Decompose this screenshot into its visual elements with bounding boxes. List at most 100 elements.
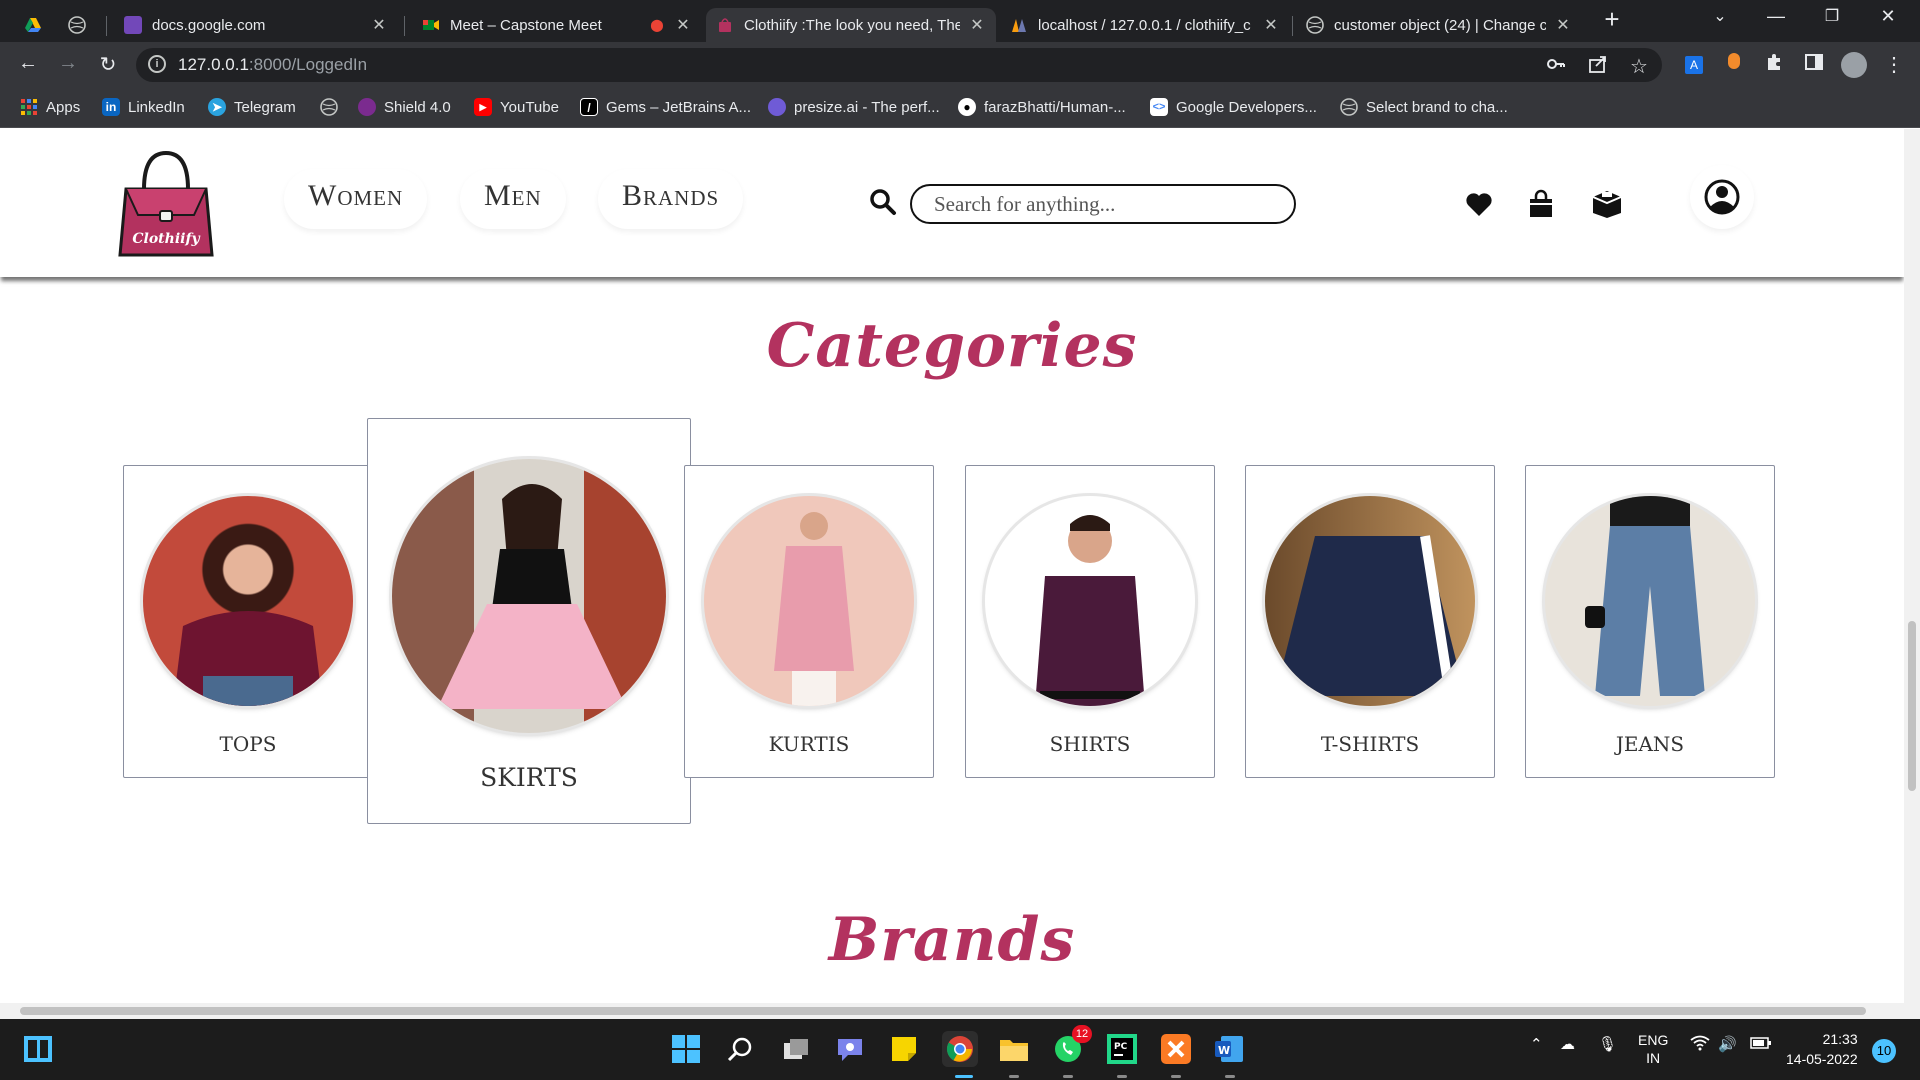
- category-card-skirts[interactable]: SKIRTS: [367, 418, 691, 824]
- bookmark-google-developers[interactable]: <> Google Developers...: [1150, 98, 1317, 116]
- close-icon[interactable]: ✕: [1262, 15, 1280, 35]
- category-card-tops[interactable]: TOPS: [123, 465, 373, 778]
- tab-clothiify[interactable]: Clothiify :The look you need, The ✕: [706, 8, 996, 42]
- bookmark-telegram[interactable]: ➤ Telegram: [208, 98, 296, 116]
- category-image-jeans: [1545, 496, 1755, 706]
- tab-globe[interactable]: [58, 8, 98, 42]
- category-label: KURTIS: [768, 732, 850, 756]
- language-indicator[interactable]: ENG IN: [1638, 1031, 1668, 1067]
- bookmark-label: Shield 4.0: [384, 98, 451, 116]
- onedrive-icon[interactable]: ☁: [1560, 1035, 1575, 1053]
- category-card-t-shirts[interactable]: T-SHIRTS: [1245, 465, 1495, 778]
- category-card-kurtis[interactable]: KURTIS: [684, 465, 934, 778]
- close-icon[interactable]: ✕: [1554, 15, 1572, 35]
- teams-chat-icon[interactable]: [832, 1031, 868, 1067]
- notification-badge[interactable]: 10: [1872, 1039, 1896, 1063]
- word-icon[interactable]: W: [1212, 1031, 1248, 1067]
- extensions-puzzle-icon[interactable]: [1760, 52, 1788, 78]
- clothiify-logo[interactable]: Clothiify: [116, 149, 216, 259]
- widgets-icon[interactable]: [20, 1031, 56, 1067]
- box-icon[interactable]: [1590, 189, 1622, 219]
- address-bar[interactable]: i 127.0.0.1:8000/LoggedIn ☆: [136, 48, 1662, 82]
- bookmark-jetbrains[interactable]: / Gems – JetBrains A...: [580, 98, 751, 116]
- profile-avatar[interactable]: [1840, 52, 1868, 84]
- vertical-scrollbar[interactable]: [1904, 129, 1920, 1003]
- search-icon[interactable]: [722, 1031, 758, 1067]
- microphone-icon[interactable]: 🎙: [1598, 1035, 1617, 1053]
- running-app-indicator: [1225, 1075, 1235, 1078]
- horizontal-scrollbar[interactable]: [0, 1003, 1920, 1019]
- site-info-icon[interactable]: i: [148, 55, 166, 73]
- url-text[interactable]: 127.0.0.1:8000/LoggedIn: [178, 55, 367, 75]
- battery-icon[interactable]: [1750, 1035, 1772, 1055]
- close-icon[interactable]: ✕: [968, 15, 986, 35]
- search-input[interactable]: [910, 184, 1296, 224]
- vertical-scrollbar-thumb[interactable]: [1908, 621, 1916, 791]
- page-viewport: Clothiify Women Men Brands Categories TO…: [0, 129, 1904, 1003]
- tab-phpmyadmin[interactable]: localhost / 127.0.0.1 / clothiify_c ✕: [1000, 8, 1290, 42]
- bookmark-label: Google Developers...: [1176, 98, 1317, 116]
- pycharm-icon[interactable]: PC: [1104, 1031, 1140, 1067]
- bookmark-youtube[interactable]: ▶ YouTube: [474, 98, 559, 116]
- whatsapp-icon[interactable]: 12: [1050, 1025, 1092, 1067]
- bookmark-presize[interactable]: presize.ai - The perf...: [768, 98, 940, 116]
- windows-start-icon[interactable]: [668, 1031, 704, 1067]
- bookmark-label: presize.ai - The perf...: [794, 98, 940, 116]
- forward-arrow-icon[interactable]: →: [54, 52, 82, 75]
- back-arrow-icon[interactable]: ←: [14, 52, 42, 75]
- tab-docs-google[interactable]: docs.google.com ✕: [114, 8, 398, 42]
- heart-icon[interactable]: [1464, 189, 1496, 219]
- tab-django-admin[interactable]: customer object (24) | Change cu ✕: [1296, 8, 1582, 42]
- extension-orange-icon[interactable]: [1720, 52, 1748, 75]
- category-card-shirts[interactable]: SHIRTS: [965, 465, 1215, 778]
- google-forms-icon: [124, 16, 142, 34]
- bookmark-linkedin[interactable]: in LinkedIn: [102, 98, 185, 116]
- tab-meet[interactable]: Meet – Capstone Meet ⬤ ✕: [412, 8, 702, 42]
- close-icon[interactable]: ✕: [674, 15, 692, 35]
- minimize-button[interactable]: —: [1756, 6, 1796, 27]
- system-clock[interactable]: 21:33 14-05-2022: [1786, 1029, 1858, 1069]
- nav-women[interactable]: Women: [284, 169, 427, 229]
- wifi-icon[interactable]: [1690, 1035, 1710, 1055]
- chevron-up-icon[interactable]: ⌃: [1530, 1035, 1543, 1053]
- bookmark-label: Telegram: [234, 98, 296, 116]
- volume-icon[interactable]: 🔊: [1718, 1035, 1737, 1053]
- window-close-button[interactable]: ✕: [1868, 6, 1908, 27]
- categories-title: Categories: [766, 311, 1138, 381]
- browser-toolbar: ← → ↻ i 127.0.0.1:8000/LoggedIn ☆ A ⋮: [0, 42, 1920, 88]
- category-card-jeans[interactable]: JEANS: [1525, 465, 1775, 778]
- nav-men[interactable]: Men: [460, 169, 566, 229]
- extension-translate-icon[interactable]: A: [1680, 52, 1708, 75]
- tab-title: Clothiify :The look you need, The: [744, 16, 960, 34]
- running-app-indicator: [1009, 1075, 1019, 1078]
- shopping-bag-icon[interactable]: [1526, 189, 1558, 219]
- bookmark-star-icon[interactable]: ☆: [1630, 54, 1648, 79]
- user-account-button[interactable]: [1690, 165, 1754, 229]
- chrome-icon[interactable]: [942, 1031, 978, 1067]
- file-explorer-icon[interactable]: [996, 1031, 1032, 1067]
- browser-menu-icon[interactable]: ⋮: [1880, 52, 1908, 77]
- key-icon[interactable]: [1546, 54, 1566, 79]
- search-icon[interactable]: [868, 187, 898, 217]
- category-image-skirts: [392, 459, 666, 733]
- nav-brands[interactable]: Brands: [598, 169, 743, 229]
- linkedin-icon: in: [102, 98, 120, 116]
- xampp-icon[interactable]: [1158, 1031, 1194, 1067]
- bookmark-shield[interactable]: Shield 4.0: [358, 98, 451, 116]
- bookmark-select-brand[interactable]: Select brand to cha...: [1340, 98, 1508, 116]
- tab-google-drive[interactable]: [14, 8, 54, 42]
- side-panel-icon[interactable]: [1800, 52, 1828, 78]
- sticky-notes-icon[interactable]: [886, 1031, 922, 1067]
- share-icon[interactable]: [1588, 54, 1608, 79]
- bookmark-label: LinkedIn: [128, 98, 185, 116]
- bookmark-github[interactable]: ● farazBhatti/Human-...: [958, 98, 1126, 116]
- restore-button[interactable]: ❐: [1812, 6, 1852, 26]
- bookmark-globe[interactable]: [320, 98, 346, 116]
- reload-icon[interactable]: ↻: [94, 52, 122, 77]
- close-icon[interactable]: ✕: [370, 15, 388, 35]
- bookmark-apps[interactable]: Apps: [20, 98, 80, 116]
- horizontal-scrollbar-thumb[interactable]: [20, 1007, 1866, 1015]
- tab-search-chevron-icon[interactable]: ⌄: [1700, 6, 1740, 26]
- task-view-icon[interactable]: [778, 1031, 814, 1067]
- new-tab-button[interactable]: +: [1592, 4, 1632, 35]
